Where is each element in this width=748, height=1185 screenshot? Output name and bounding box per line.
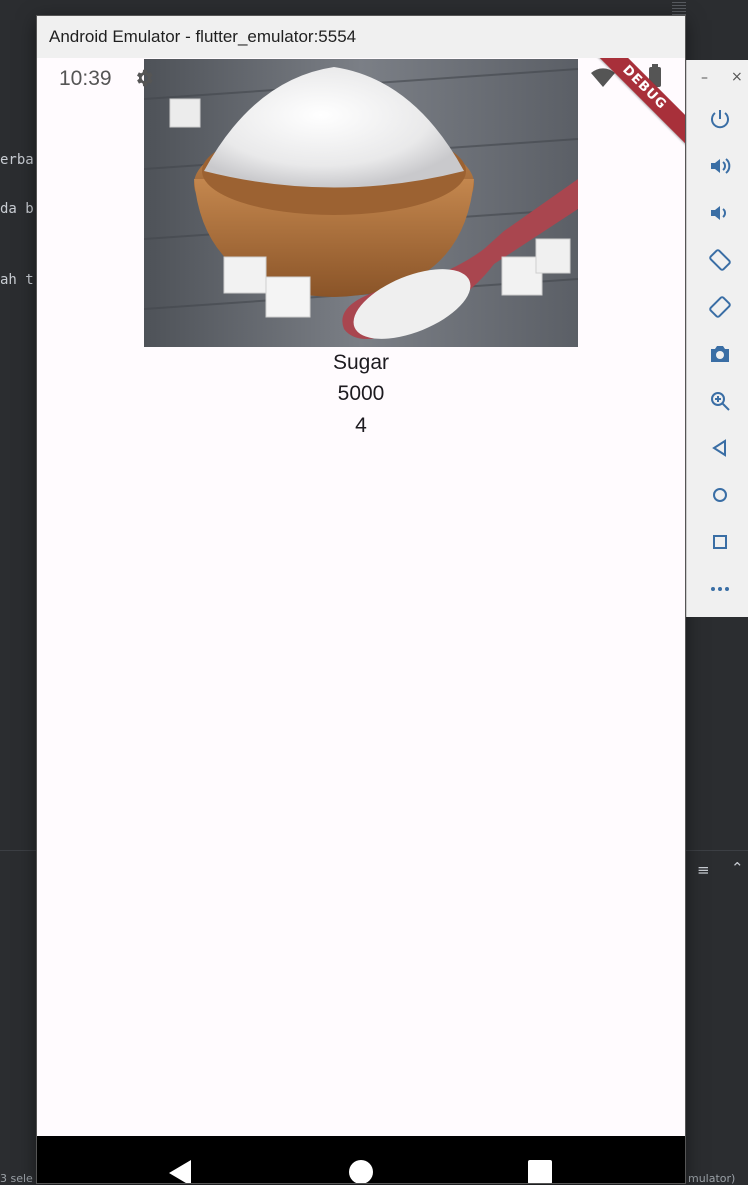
code-line: da b — [0, 201, 34, 217]
rotate-right-icon[interactable] — [708, 295, 732, 319]
sugar-product-image — [144, 59, 578, 347]
status-clock: 10:39 — [59, 67, 112, 90]
home-icon[interactable] — [708, 483, 732, 507]
ide-panel-strip — [686, 0, 748, 60]
back-icon[interactable] — [708, 436, 732, 460]
power-icon[interactable] — [708, 107, 732, 131]
emulator-side-toolbar: – × — [686, 60, 748, 617]
code-editor[interactable]: erba da b ah t — [0, 0, 37, 850]
gear-icon — [133, 67, 155, 89]
rotate-left-icon[interactable] — [708, 248, 732, 272]
zoom-icon[interactable] — [708, 389, 732, 413]
product-quantity: 4 — [355, 414, 367, 437]
nav-back-icon[interactable] — [169, 1160, 191, 1183]
volume-down-icon[interactable] — [708, 201, 732, 225]
emulator-titlebar[interactable]: Android Emulator - flutter_emulator:5554 — [37, 16, 685, 58]
close-button[interactable]: × — [731, 69, 743, 85]
product-name: Sugar — [332, 351, 390, 374]
volume-up-icon[interactable] — [708, 154, 732, 178]
code-line: erba — [0, 152, 34, 168]
camera-icon[interactable] — [708, 342, 732, 366]
clear-output-icon[interactable]: ≡ — [697, 861, 710, 879]
code-line: ah t — [0, 272, 34, 288]
nav-recents-icon[interactable] — [528, 1160, 552, 1183]
chevron-up-icon[interactable]: ⌃ — [731, 859, 744, 877]
android-nav-bar — [37, 1136, 685, 1183]
minimize-button[interactable]: – — [701, 70, 708, 86]
window-title: Android Emulator - flutter_emulator:5554 — [49, 27, 357, 46]
overview-icon[interactable] — [708, 530, 732, 554]
device-screen[interactable]: 10:39 DEBUG Sugar 5000 4 — [37, 58, 685, 1183]
nav-home-icon[interactable] — [349, 1160, 373, 1183]
wifi-icon — [591, 68, 615, 88]
status-selection: 3 sele — [0, 1172, 33, 1185]
more-icon[interactable] — [708, 577, 732, 601]
status-device: mulator) — [688, 1172, 736, 1185]
android-status-bar: 10:39 — [37, 58, 685, 98]
product-price: 5000 — [337, 382, 385, 405]
emulator-window: Android Emulator - flutter_emulator:5554 — [37, 16, 685, 1183]
